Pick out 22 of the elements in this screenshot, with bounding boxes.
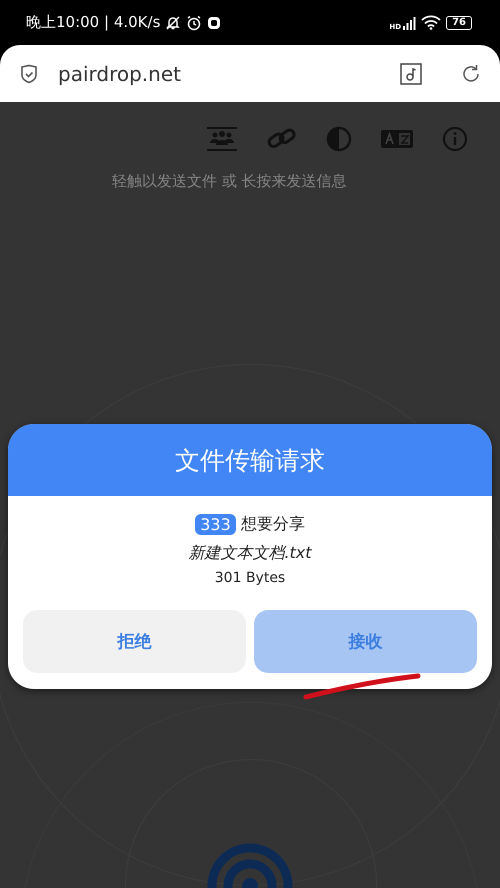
alarm-clock-icon [186,14,202,30]
sender-badge: 333 [195,514,236,535]
accept-button[interactable]: 接收 [254,610,477,673]
music-note-icon[interactable] [400,62,422,84]
broadcast-icon [207,843,293,888]
file-size: 301 Bytes [214,570,286,586]
battery-indicator: 76 [446,16,472,30]
app-icon [207,16,222,30]
contrast-icon[interactable] [326,126,352,152]
info-icon[interactable] [442,126,468,152]
status-time: 晚上10:00 | 4.0K/s [26,13,160,32]
hint-text: 轻触以发送文件 或 长按来发送信息 [112,172,348,191]
wifi-icon [421,15,442,30]
share-message: 想要分享 [240,514,305,535]
people-icon[interactable] [206,126,238,152]
shield-icon[interactable] [20,64,38,84]
signal-icon [402,16,416,30]
dialog-title: 文件传输请求 [175,444,325,476]
file-name: 新建文本文档.txt [188,543,312,564]
translate-icon[interactable] [381,130,413,148]
bell-off-icon [165,14,182,30]
decline-button[interactable]: 拒绝 [23,610,246,673]
